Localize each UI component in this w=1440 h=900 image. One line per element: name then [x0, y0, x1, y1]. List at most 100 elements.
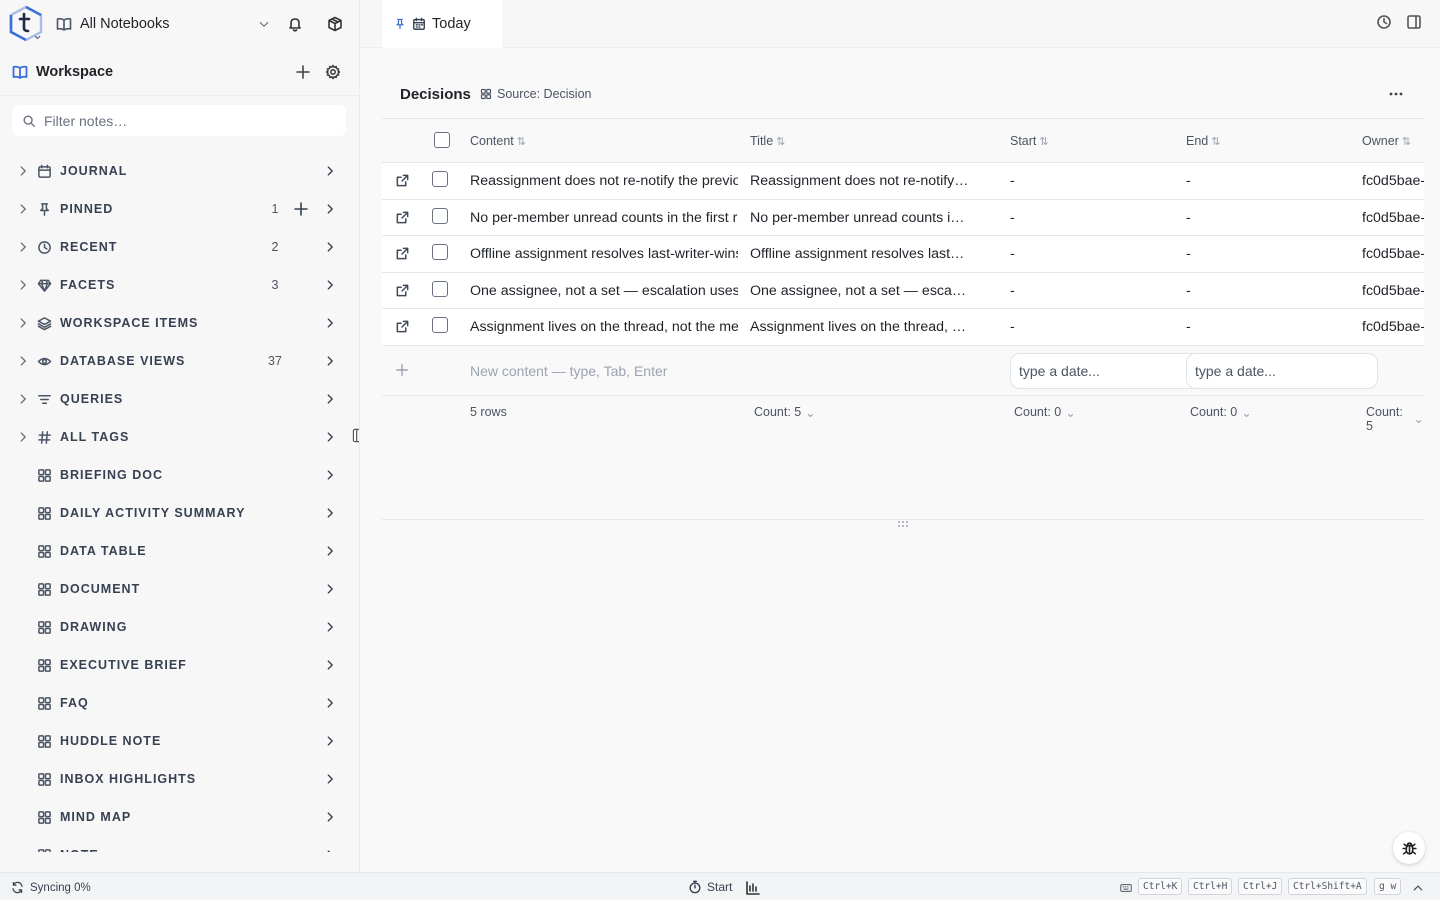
cell-start[interactable]: - — [1010, 210, 1170, 226]
cell-title[interactable]: Reassignment does not re-notify… — [750, 173, 972, 189]
table-row[interactable]: One assignee, not a set — escalation use… — [382, 272, 1424, 309]
start-date-input[interactable] — [1010, 352, 1200, 389]
filter-notes-field[interactable] — [12, 105, 346, 136]
column-header-title[interactable]: Title ⇅ — [750, 134, 785, 148]
sidebar-item-facets[interactable]: FACETS 3 — [0, 266, 359, 304]
chevron-right-icon[interactable] — [16, 316, 30, 330]
chevron-right-icon[interactable] — [323, 240, 337, 254]
column-header-end[interactable]: End ⇅ — [1186, 134, 1220, 148]
sync-status[interactable]: Syncing 0% — [11, 881, 91, 894]
end-date-input[interactable] — [1186, 352, 1378, 389]
app-logo[interactable] — [8, 4, 44, 42]
table-row[interactable]: No per-member unread counts in the first… — [382, 199, 1424, 236]
sidebar-item-briefing-doc[interactable]: BRIEFING DOC — [0, 456, 359, 494]
column-header-start[interactable]: Start ⇅ — [1010, 134, 1049, 148]
sidebar-item-note[interactable]: NOTE — [0, 836, 359, 852]
collapse-sidebar-button[interactable] — [352, 428, 359, 444]
chevron-right-icon[interactable] — [323, 430, 337, 444]
chevron-right-icon[interactable] — [323, 164, 337, 178]
chevron-right-icon[interactable] — [323, 544, 337, 558]
sidebar-item-pinned[interactable]: PINNED 1 — [0, 190, 359, 228]
end-aggregate[interactable]: Count: 0 ⌄ — [1190, 405, 1252, 420]
history-button[interactable] — [1376, 14, 1394, 32]
cell-start[interactable]: - — [1010, 246, 1170, 262]
sidebar-item-all-tags[interactable]: ALL TAGS — [0, 418, 359, 456]
chevron-right-icon[interactable] — [16, 392, 30, 406]
sidebar-item-executive-brief[interactable]: EXECUTIVE BRIEF — [0, 646, 359, 684]
chevron-right-icon[interactable] — [323, 734, 337, 748]
external-link-icon[interactable] — [395, 283, 410, 298]
new-row-placeholder[interactable]: New content — type, Tab, Enter — [470, 363, 667, 379]
cell-title[interactable]: No per-member unread counts i… — [750, 210, 972, 226]
cell-content[interactable]: Reassignment does not re-notify the prev… — [470, 173, 738, 189]
chevron-right-icon[interactable] — [323, 848, 337, 852]
chevron-right-icon[interactable] — [323, 506, 337, 520]
chevron-right-icon[interactable] — [323, 810, 337, 824]
sidebar-item-document[interactable]: DOCUMENT — [0, 570, 359, 608]
chevron-right-icon[interactable] — [16, 164, 30, 178]
sidebar-item-drawing[interactable]: DRAWING — [0, 608, 359, 646]
cell-end[interactable]: - — [1186, 210, 1346, 226]
cell-start[interactable]: - — [1010, 173, 1170, 189]
sidebar-item-data-table[interactable]: DATA TABLE — [0, 532, 359, 570]
chevron-right-icon[interactable] — [323, 202, 337, 216]
cell-content[interactable]: No per-member unread counts in the first… — [470, 210, 738, 226]
toggle-right-panel-button[interactable] — [1406, 14, 1424, 32]
cell-title[interactable]: Offline assignment resolves last… — [750, 246, 972, 262]
add-note-button[interactable] — [291, 60, 315, 84]
row-checkbox[interactable] — [432, 207, 448, 224]
chevron-right-icon[interactable] — [323, 772, 337, 786]
chevron-right-icon[interactable] — [323, 658, 337, 672]
notifications-button[interactable] — [283, 12, 307, 36]
cell-end[interactable]: - — [1186, 319, 1346, 335]
cell-owner[interactable]: fc0d5bae- — [1362, 283, 1424, 299]
sidebar-item-faq[interactable]: FAQ — [0, 684, 359, 722]
row-checkbox[interactable] — [432, 280, 448, 297]
title-aggregate[interactable]: Count: 5 ⌄ — [754, 405, 816, 420]
chevron-right-icon[interactable] — [323, 468, 337, 482]
cell-end[interactable]: - — [1186, 173, 1346, 189]
chevron-right-icon[interactable] — [323, 392, 337, 406]
sidebar-item-mind-map[interactable]: MIND MAP — [0, 798, 359, 836]
sidebar-item-daily-activity-summary[interactable]: DAILY ACTIVITY SUMMARY — [0, 494, 359, 532]
notebook-switcher[interactable]: All Notebooks — [56, 12, 270, 36]
column-header-owner[interactable]: Owner ⇅ — [1362, 134, 1411, 148]
cell-owner[interactable]: fc0d5bae- — [1362, 319, 1424, 335]
workspace-settings-button[interactable] — [321, 60, 345, 84]
row-checkbox[interactable] — [432, 171, 448, 187]
packages-button[interactable] — [323, 12, 347, 36]
more-options-button[interactable] — [1384, 84, 1408, 104]
cell-owner[interactable]: fc0d5bae- — [1362, 210, 1424, 226]
chevron-right-icon[interactable] — [16, 354, 30, 368]
cell-start[interactable]: - — [1010, 319, 1170, 335]
stats-button[interactable] — [745, 880, 761, 896]
chevron-right-icon[interactable] — [323, 354, 337, 368]
chevron-right-icon[interactable] — [323, 582, 337, 596]
cell-title[interactable]: One assignee, not a set — esca… — [750, 283, 972, 299]
table-row[interactable]: Assignment lives on the thread, not the … — [382, 309, 1424, 346]
chevron-right-icon[interactable] — [16, 430, 30, 444]
owner-aggregate[interactable]: Count: 5 ⌄ — [1366, 405, 1424, 433]
start-aggregate[interactable]: Count: 0 ⌄ — [1014, 405, 1076, 420]
sidebar-item-inbox-highlights[interactable]: INBOX HIGHLIGHTS — [0, 760, 359, 798]
cell-content[interactable]: One assignee, not a set — escalation use… — [470, 283, 738, 299]
external-link-icon[interactable] — [395, 319, 410, 334]
external-link-icon[interactable] — [395, 173, 410, 188]
cell-end[interactable]: - — [1186, 283, 1346, 299]
chevron-right-icon[interactable] — [16, 202, 30, 216]
row-checkbox[interactable] — [432, 244, 448, 260]
debug-button[interactable] — [1393, 832, 1425, 864]
cell-owner[interactable]: fc0d5bae- — [1362, 173, 1424, 189]
chevron-right-icon[interactable] — [323, 620, 337, 634]
cell-content[interactable]: Offline assignment resolves last-writer-… — [470, 246, 738, 262]
column-header-content[interactable]: Content ⇅ — [470, 134, 526, 148]
sidebar-item-huddle-note[interactable]: HUDDLE NOTE — [0, 722, 359, 760]
select-all-checkbox[interactable] — [434, 132, 450, 148]
table-row[interactable]: Reassignment does not re-notify the prev… — [382, 163, 1424, 200]
row-checkbox[interactable] — [432, 317, 448, 333]
external-link-icon[interactable] — [395, 246, 410, 261]
sidebar-item-recent[interactable]: RECENT 2 — [0, 228, 359, 266]
cell-start[interactable]: - — [1010, 283, 1170, 299]
cell-title[interactable]: Assignment lives on the thread, … — [750, 319, 972, 335]
chevron-up-icon[interactable] — [1412, 882, 1424, 894]
